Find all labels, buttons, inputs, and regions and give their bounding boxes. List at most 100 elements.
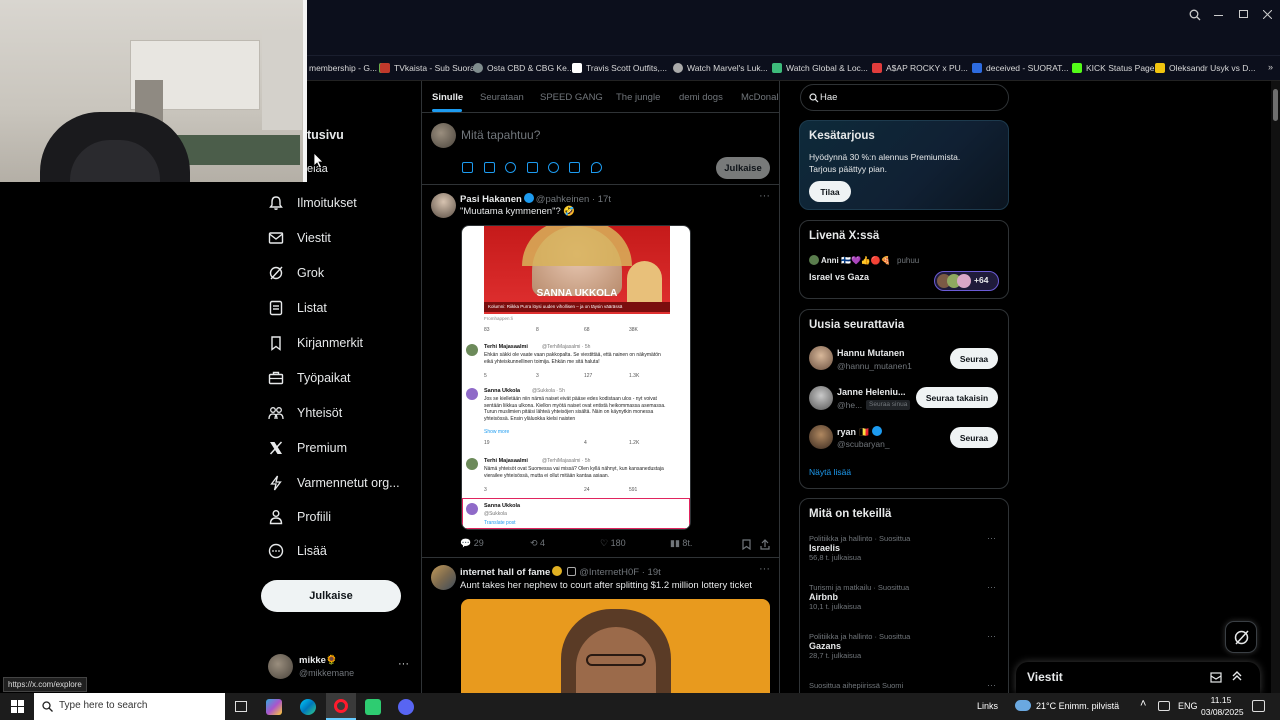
bookmark-item[interactable]: Osta CBD & CBG Ke... <box>473 62 574 74</box>
views-action[interactable]: ▮▮ 8t. <box>670 538 692 549</box>
suggested-user-avatar[interactable] <box>809 425 833 449</box>
nav-item-notifications[interactable]: Ilmoitukset <box>268 192 357 214</box>
bookmark-item[interactable]: Oleksandr Usyk vs D... <box>1155 62 1255 74</box>
copilot-icon[interactable] <box>266 699 282 715</box>
minimize-icon[interactable] <box>1214 15 1223 16</box>
edge-icon[interactable] <box>300 699 316 715</box>
tweet-avatar[interactable] <box>431 193 456 218</box>
app-icon[interactable] <box>365 699 381 715</box>
media-icon[interactable] <box>462 162 473 173</box>
nav-item-more[interactable]: Lisää <box>268 540 327 562</box>
tweet-handle[interactable]: @pahkeinen <box>536 194 590 205</box>
tab-list[interactable]: SPEED GANG <box>540 92 603 103</box>
expand-icon[interactable] <box>1231 670 1243 682</box>
account-menu-icon[interactable]: ··· <box>398 658 409 670</box>
suggested-user-name[interactable]: Janne Heleniu... <box>837 387 906 397</box>
reply-action[interactable]: 💬 29 <box>460 538 484 549</box>
nav-item-premium[interactable]: Premium <box>268 437 347 459</box>
suggested-user-avatar[interactable] <box>809 346 833 370</box>
tweet-avatar[interactable] <box>431 565 456 590</box>
tab-list[interactable]: McDonal <box>741 92 779 103</box>
tweet-more-icon[interactable]: ··· <box>759 190 770 202</box>
location-icon[interactable] <box>591 162 602 173</box>
follow-button[interactable]: Seuraa <box>950 427 998 448</box>
tweet-handle[interactable]: @InternetH0F <box>579 567 639 578</box>
tab-list[interactable]: The jungle <box>616 92 660 103</box>
nav-item-communities[interactable]: Yhteisöt <box>268 402 342 424</box>
search-input[interactable]: Hae <box>820 92 837 103</box>
taskbar-search-box[interactable]: Type here to search <box>34 693 225 720</box>
bookmark-item[interactable]: deceived - SUORAT... <box>972 62 1069 74</box>
messages-drawer[interactable]: Viestit <box>1016 662 1260 693</box>
nav-item-jobs[interactable]: Työpaikat <box>268 367 351 389</box>
language-indicator[interactable]: ENG <box>1178 701 1198 711</box>
taskbar-search-input[interactable]: Type here to search <box>59 700 147 711</box>
subscribe-button[interactable]: Tilaa <box>809 181 851 202</box>
task-view-icon[interactable] <box>235 701 247 712</box>
scrollbar-thumb[interactable] <box>1273 89 1278 121</box>
tray-chevron-icon[interactable]: ˄ <box>1140 698 1146 710</box>
gif-icon[interactable] <box>484 162 495 173</box>
page-scrollbar[interactable] <box>1271 81 1280 693</box>
tab-for-you[interactable]: Sinulle <box>432 92 463 103</box>
share-icon[interactable] <box>760 539 770 550</box>
grok-floating-button[interactable] <box>1225 621 1257 653</box>
like-action[interactable]: ♡ 180 <box>600 538 626 549</box>
bookmark-item[interactable]: Watch Global & Loc... <box>772 62 868 74</box>
nav-home-label[interactable]: tusivu <box>307 128 344 142</box>
opera-taskbar-button[interactable] <box>326 693 356 720</box>
suggested-user-name[interactable]: Hannu Mutanen <box>837 348 905 358</box>
windows-start-icon[interactable] <box>11 700 24 713</box>
tab-following[interactable]: Seurataan <box>480 92 524 103</box>
live-listeners[interactable]: +64 <box>934 271 999 291</box>
bookmark-item[interactable]: TVkaista - Sub Suora <box>380 62 475 74</box>
new-message-icon[interactable] <box>1210 671 1222 683</box>
nav-item-profile[interactable]: Profiili <box>268 506 331 528</box>
trend-more-icon[interactable]: ··· <box>987 680 996 690</box>
post-button[interactable]: Julkaise <box>261 580 401 612</box>
trend-item[interactable]: Politiikka ja hallinto · Suosittua Gazan… <box>809 632 910 660</box>
tweet-time[interactable]: 19t <box>648 567 661 578</box>
tweet-time[interactable]: 17t <box>598 194 611 205</box>
nav-item-messages[interactable]: Viestit <box>268 227 331 249</box>
bookmark-item[interactable]: Watch Marvel's Luk... <box>673 62 768 74</box>
trend-more-icon[interactable]: ··· <box>987 631 996 641</box>
trend-more-icon[interactable]: ··· <box>987 582 996 592</box>
suggested-user-avatar[interactable] <box>809 386 833 410</box>
restore-icon[interactable] <box>1239 10 1248 18</box>
bookmarks-overflow-icon[interactable]: » <box>1268 62 1273 72</box>
clock[interactable]: 11.15 03/08/2025 <box>1201 694 1244 718</box>
nav-item-grok[interactable]: Grok <box>268 262 324 284</box>
live-host[interactable]: Anni 🇫🇮💜👍🔴🍕 <box>821 256 891 265</box>
trend-item[interactable]: Turismi ja matkailu · Suosittua Airbnb 1… <box>809 583 909 611</box>
weather-text[interactable]: 21°C Enimm. pilvistä <box>1036 701 1119 711</box>
bookmark-item[interactable]: A$AP ROCKY x PU... <box>872 62 968 74</box>
account-name[interactable]: mikke🌻 <box>299 655 338 666</box>
notifications-icon[interactable] <box>1252 700 1265 712</box>
tweet-author-name[interactable]: internet hall of fame <box>460 567 550 578</box>
search-box[interactable]: Hae <box>800 84 1009 111</box>
composer-input[interactable]: Mitä tapahtuu? <box>461 128 540 142</box>
bookmark-item[interactable]: KICK Status Page <box>1072 62 1155 74</box>
suggested-user-name[interactable]: ryan 🇧🇪 <box>837 426 884 438</box>
bookmark-item[interactable]: Travis Scott Outfits,... <box>572 62 667 74</box>
close-icon[interactable] <box>1263 10 1272 19</box>
show-more-link[interactable]: Näytä lisää <box>809 467 851 477</box>
tweet-author-name[interactable]: Pasi Hakanen <box>460 194 522 205</box>
network-icon[interactable] <box>1158 701 1170 711</box>
composer-post-button[interactable]: Julkaise <box>716 157 770 179</box>
schedule-icon[interactable] <box>569 162 580 173</box>
trend-item[interactable]: Suosittua aihepiirissä Suomi <box>809 681 903 690</box>
live-topic[interactable]: Israel vs Gaza <box>809 272 869 282</box>
follow-back-button[interactable]: Seuraa takaisin <box>916 387 998 408</box>
trend-item[interactable]: Politiikka ja hallinto · Suosittua Israe… <box>809 534 910 562</box>
search-icon[interactable] <box>1189 9 1201 21</box>
tweet-video[interactable] <box>461 599 770 693</box>
follow-button[interactable]: Seuraa <box>950 348 998 369</box>
nav-item-verified-orgs[interactable]: Varmennetut org... <box>268 472 400 494</box>
grok-compose-icon[interactable] <box>505 162 516 173</box>
taskbar-links[interactable]: Links <box>977 701 998 711</box>
nav-item-bookmarks[interactable]: Kirjanmerkit <box>268 332 363 354</box>
nav-item-lists[interactable]: Listat <box>268 297 327 319</box>
weather-icon[interactable] <box>1015 700 1031 711</box>
